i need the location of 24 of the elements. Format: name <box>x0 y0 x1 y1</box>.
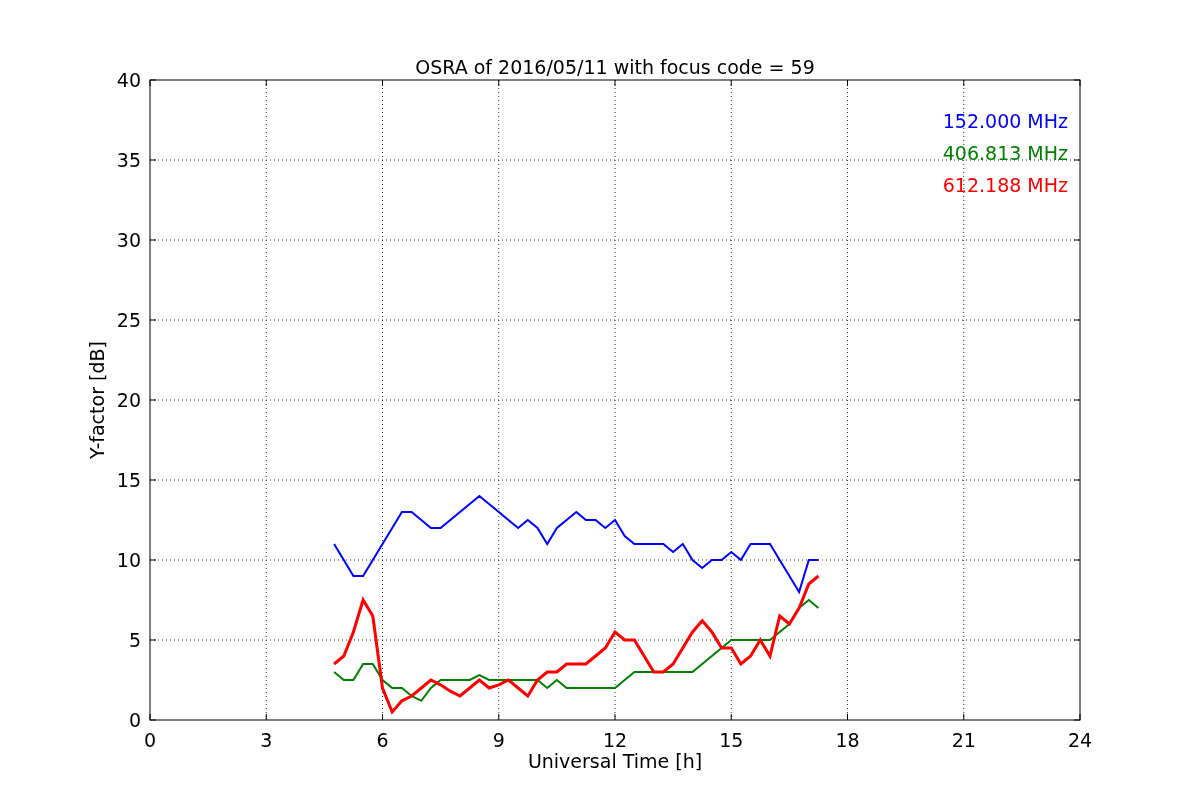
tick-label: 40 <box>116 69 141 91</box>
tick-label: 25 <box>116 309 141 331</box>
axis-label: Y-factor [dB] <box>86 341 108 459</box>
tick-label: 0 <box>143 729 157 751</box>
tick-label: 6 <box>376 729 389 751</box>
tick-label: 5 <box>128 629 141 651</box>
tick-label: 10 <box>116 549 141 571</box>
tick-label: 18 <box>835 729 860 751</box>
tick-label: 0 <box>128 709 141 731</box>
tick-label: 20 <box>116 389 141 411</box>
tick-label: 30 <box>116 229 141 251</box>
tick-label: 15 <box>116 469 141 491</box>
legend-label: 406.813 MHz <box>942 142 1068 164</box>
tick-label: 12 <box>602 729 628 751</box>
tick-label: 3 <box>260 729 273 751</box>
tick-label: 9 <box>492 729 505 751</box>
legend-label: 612.188 MHz <box>942 174 1068 196</box>
legend-label: 152.000 MHz <box>942 110 1068 132</box>
tick-label: 15 <box>719 729 744 751</box>
axis-label: Universal Time [h] <box>527 750 703 772</box>
tick-label: 24 <box>1067 729 1093 751</box>
tick-label: 21 <box>951 729 976 751</box>
chart-title: OSRA of 2016/05/11 with focus code = 59 <box>415 56 815 78</box>
tick-label: 35 <box>116 149 141 171</box>
